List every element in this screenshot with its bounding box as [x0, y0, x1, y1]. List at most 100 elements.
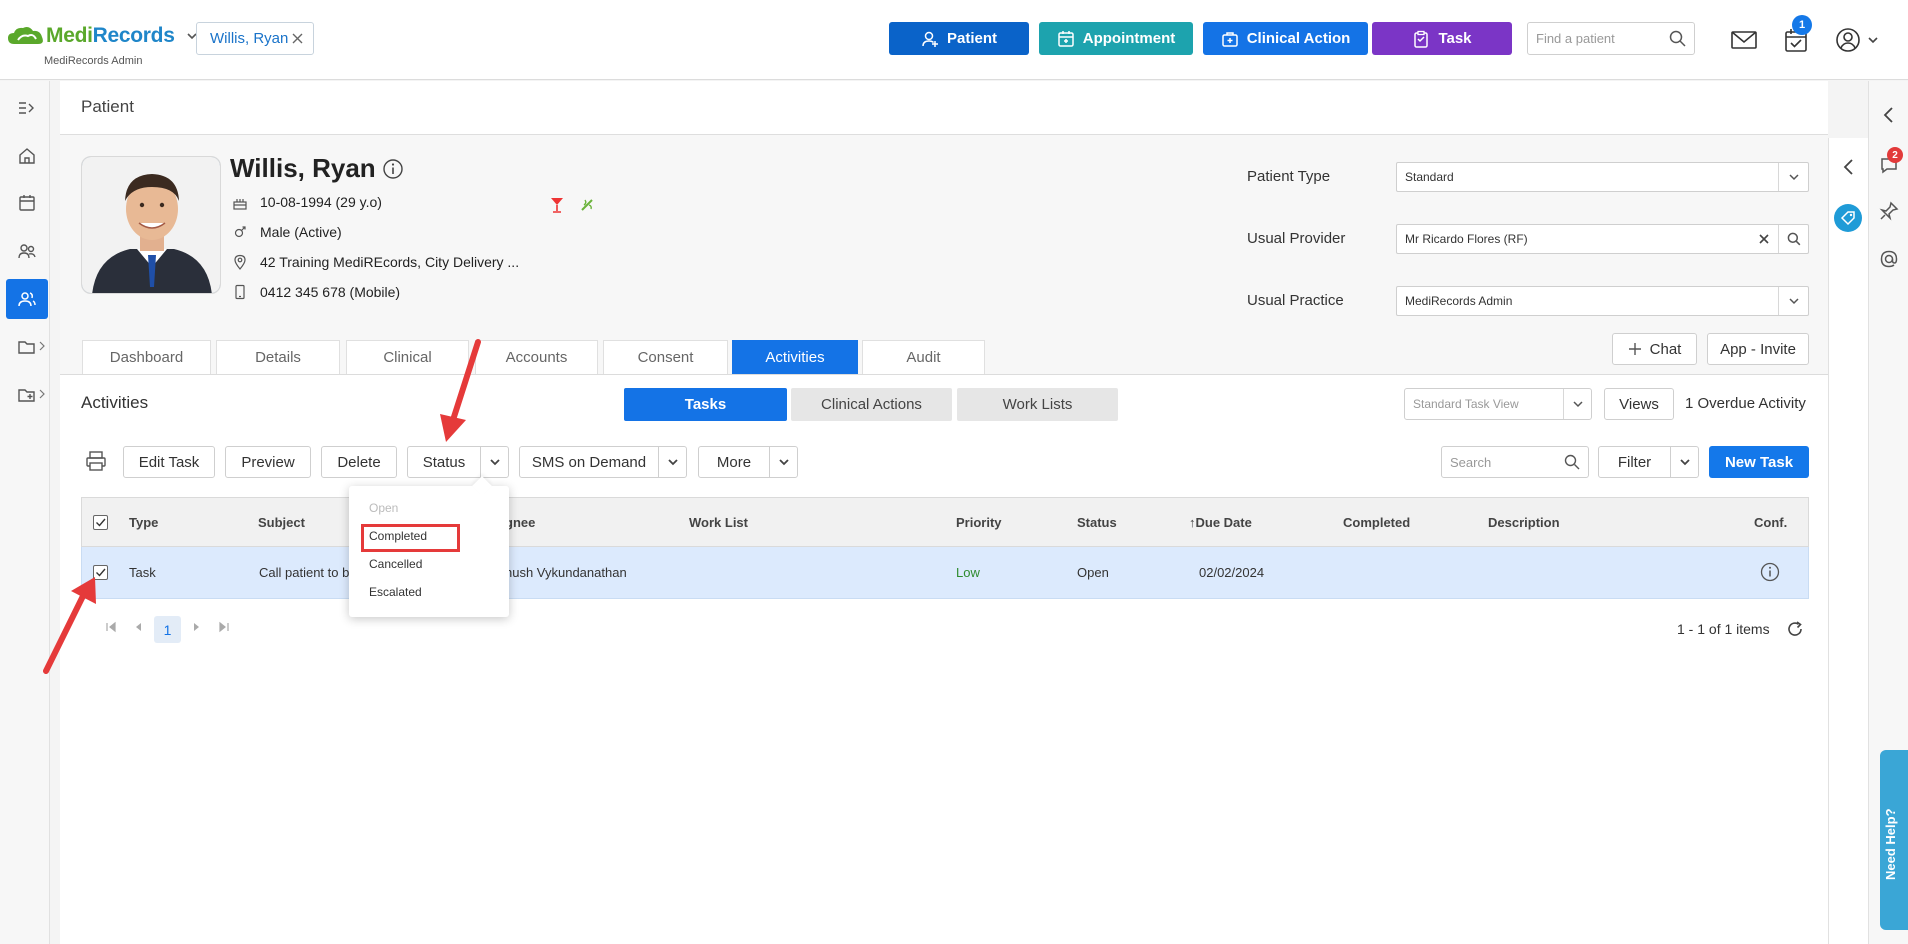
- dropdown-toggle[interactable]: [1563, 389, 1591, 419]
- nav-calendar[interactable]: [6, 183, 48, 223]
- chevron-left-icon[interactable]: [1838, 156, 1860, 178]
- tab-details[interactable]: Details: [216, 340, 340, 374]
- new-patient-button[interactable]: Patient: [889, 22, 1029, 55]
- tag-button[interactable]: [1834, 204, 1862, 232]
- search-icon[interactable]: [1669, 30, 1686, 47]
- column-assignee[interactable]: gnee: [505, 515, 535, 530]
- column-type[interactable]: Type: [129, 515, 158, 530]
- select-all-checkbox[interactable]: [93, 515, 108, 530]
- patient-type-select[interactable]: Standard: [1396, 162, 1809, 192]
- new-task-button[interactable]: New Task: [1709, 446, 1809, 478]
- task-search[interactable]: [1441, 446, 1589, 478]
- column-work-list[interactable]: Work List: [689, 515, 748, 530]
- edit-task-button[interactable]: Edit Task: [123, 446, 215, 478]
- tab-clinical[interactable]: Clinical: [346, 340, 469, 374]
- open-patient-chip[interactable]: Willis, Ryan: [196, 22, 314, 55]
- nav-admin[interactable]: [6, 375, 48, 415]
- column-conf[interactable]: Conf.: [1754, 515, 1787, 530]
- find-patient-input[interactable]: [1528, 23, 1658, 54]
- filter-dropdown-toggle[interactable]: [1670, 447, 1698, 477]
- need-help-tab[interactable]: Need Help?: [1880, 750, 1908, 930]
- task-search-input[interactable]: [1442, 447, 1552, 477]
- chevron-down-icon[interactable]: [1866, 33, 1880, 47]
- new-task-header-label: Task: [1438, 30, 1472, 47]
- user-account-icon[interactable]: [1833, 25, 1863, 55]
- new-appointment-label: Appointment: [1082, 30, 1176, 47]
- print-icon[interactable]: [85, 450, 107, 472]
- column-priority[interactable]: Priority: [956, 515, 1002, 530]
- sms-on-demand-button[interactable]: SMS on Demand: [519, 446, 687, 478]
- segment-clinical-actions[interactable]: Clinical Actions: [791, 388, 952, 421]
- table-row[interactable]: Task Call patient to b nush Vykundanatha…: [81, 547, 1809, 599]
- nav-home[interactable]: [6, 136, 48, 176]
- column-description[interactable]: Description: [1488, 515, 1560, 530]
- task-view-select[interactable]: Standard Task View: [1404, 388, 1592, 420]
- checkmark-icon: [96, 568, 106, 577]
- app-invite-button[interactable]: App - Invite: [1707, 333, 1809, 365]
- provider-search-button[interactable]: [1778, 225, 1808, 253]
- status-option-cancelled[interactable]: Cancelled: [369, 557, 422, 571]
- dropdown-toggle[interactable]: [1778, 163, 1808, 191]
- tab-consent[interactable]: Consent: [603, 340, 728, 374]
- usual-provider-value: Mr Ricardo Flores (RF): [1405, 232, 1528, 246]
- nav-documents[interactable]: [6, 327, 48, 367]
- status-button[interactable]: Status: [407, 446, 509, 478]
- chevron-left-icon[interactable]: [1878, 104, 1900, 126]
- views-button[interactable]: Views: [1604, 388, 1674, 420]
- tab-accounts[interactable]: Accounts: [475, 340, 598, 374]
- mail-icon[interactable]: [1729, 25, 1759, 55]
- dropdown-toggle[interactable]: [1778, 287, 1808, 315]
- column-completed[interactable]: Completed: [1343, 515, 1410, 530]
- close-icon[interactable]: [291, 32, 304, 45]
- patient-type-value: Standard: [1405, 170, 1454, 184]
- new-task-header-button[interactable]: Task: [1372, 22, 1512, 55]
- checkmark-icon: [96, 518, 106, 527]
- last-page-icon[interactable]: [217, 620, 231, 634]
- new-clinical-action-button[interactable]: Clinical Action: [1203, 22, 1368, 55]
- calendar-icon: [1058, 30, 1074, 47]
- tab-dashboard[interactable]: Dashboard: [82, 340, 211, 374]
- new-appointment-button[interactable]: Appointment: [1039, 22, 1193, 55]
- filter-button[interactable]: Filter: [1598, 446, 1699, 478]
- search-icon[interactable]: [1564, 454, 1580, 470]
- app-logo[interactable]: MediRecords: [6, 24, 199, 48]
- patient-dob-row: 10-08-1994 (29 y.o): [232, 194, 382, 210]
- preview-button[interactable]: Preview: [225, 446, 311, 478]
- next-page-icon[interactable]: [190, 620, 204, 634]
- info-icon[interactable]: [1760, 562, 1780, 582]
- row-checkbox[interactable]: [93, 565, 108, 580]
- usual-provider-select[interactable]: Mr Ricardo Flores (RF): [1396, 224, 1809, 254]
- alcohol-alert-icon[interactable]: [549, 196, 565, 214]
- status-option-escalated[interactable]: Escalated: [369, 585, 422, 599]
- mention-icon[interactable]: [1878, 248, 1900, 270]
- first-page-icon[interactable]: [104, 620, 118, 634]
- pin-icon[interactable]: [1878, 200, 1900, 222]
- column-due-date[interactable]: ↑Due Date: [1189, 515, 1252, 530]
- chevron-down-icon: [1679, 459, 1690, 466]
- previous-page-icon[interactable]: [131, 620, 145, 634]
- sms-dropdown-toggle[interactable]: [658, 447, 686, 477]
- refresh-icon[interactable]: [1786, 620, 1804, 638]
- smoking-alert-icon[interactable]: [579, 196, 595, 214]
- nav-expand[interactable]: [6, 88, 48, 128]
- info-icon[interactable]: [382, 158, 404, 180]
- segment-work-lists[interactable]: Work Lists: [957, 388, 1118, 421]
- find-patient-search[interactable]: [1527, 22, 1695, 55]
- tab-activities[interactable]: Activities: [732, 340, 858, 374]
- column-status[interactable]: Status: [1077, 515, 1117, 530]
- more-dropdown-toggle[interactable]: [769, 447, 797, 477]
- status-dropdown-toggle[interactable]: [480, 447, 508, 477]
- more-button[interactable]: More: [698, 446, 798, 478]
- clear-icon[interactable]: [1758, 233, 1770, 245]
- usual-practice-select[interactable]: MediRecords Admin: [1396, 286, 1809, 316]
- current-page[interactable]: 1: [154, 616, 181, 643]
- column-subject[interactable]: Subject: [258, 515, 305, 530]
- patient-name-text: Willis, Ryan: [230, 153, 376, 183]
- delete-button[interactable]: Delete: [321, 446, 397, 478]
- tab-audit[interactable]: Audit: [862, 340, 985, 374]
- segment-tasks[interactable]: Tasks: [624, 388, 787, 421]
- add-person-icon: [922, 31, 938, 47]
- nav-patients[interactable]: [6, 279, 48, 319]
- chat-button[interactable]: Chat: [1612, 333, 1697, 365]
- nav-consults[interactable]: [6, 231, 48, 271]
